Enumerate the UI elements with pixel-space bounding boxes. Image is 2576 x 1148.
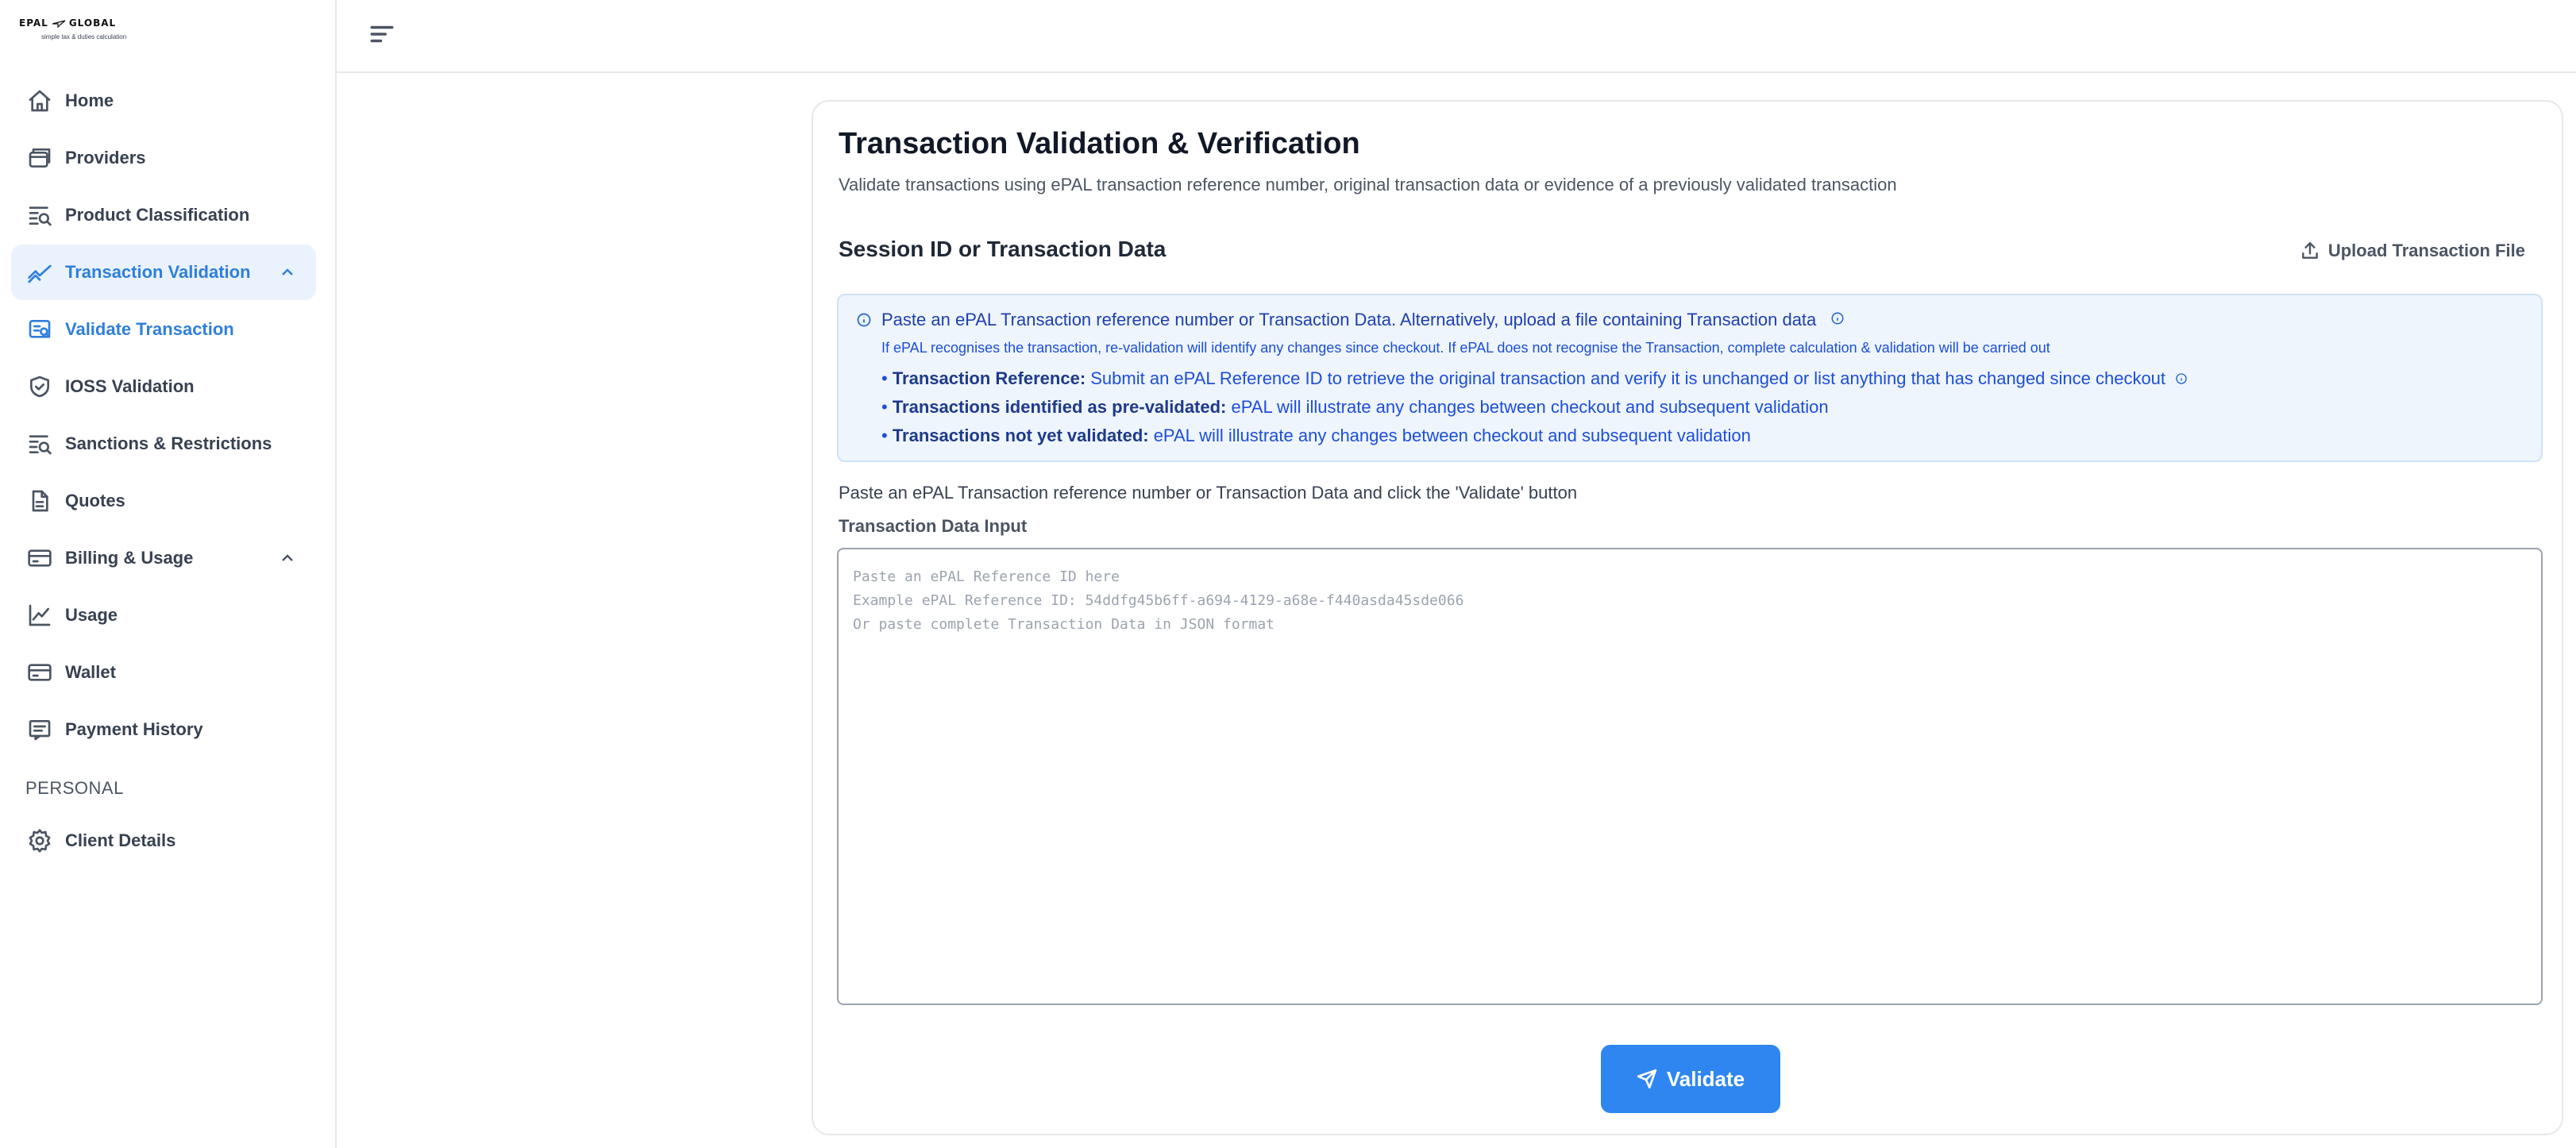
brand-name-right: GLOBAL (68, 17, 117, 29)
section-label-personal: PERSONAL (25, 778, 124, 798)
info-tooltip-icon[interactable] (2175, 369, 2188, 390)
info-icon (857, 313, 871, 327)
info-tooltip-icon[interactable] (1830, 310, 1845, 330)
sidebar-item-validate-transaction[interactable]: Validate Transaction (11, 302, 316, 357)
chart-line-icon (25, 601, 54, 630)
airplane-icon (52, 20, 66, 28)
sidebar-item-wallet[interactable]: Wallet (11, 645, 316, 700)
info-callout: Paste an ePAL Transaction reference numb… (837, 294, 2543, 462)
shield-check-icon (25, 372, 54, 401)
bullet-text: ePAL will illustrate any changes between… (1226, 397, 1829, 417)
sidebar-item-home[interactable]: Home (11, 73, 316, 129)
sidebar-item-label: Wallet (65, 662, 116, 682)
sidebar-item-label: Sanctions & Restrictions (65, 433, 272, 453)
sidebar-item-label: Product Classification (65, 205, 250, 225)
bullet-title: Transaction Reference: (892, 368, 1086, 388)
sidebar-item-label: Quotes (65, 491, 125, 510)
bullet-title: Transactions not yet validated: (892, 426, 1149, 445)
info-headline-text: Paste an ePAL Transaction reference numb… (881, 310, 1817, 329)
transaction-data-input[interactable]: Paste an ePAL Reference ID here Example … (837, 548, 2543, 1005)
bullet-text: ePAL will illustrate any changes between… (1148, 426, 1751, 445)
sidebar-item-label: IOSS Validation (65, 376, 195, 396)
sidebar-item-transaction-validation[interactable]: Transaction Validation (11, 245, 316, 300)
sidebar-item-ioss-validation[interactable]: IOSS Validation (11, 359, 316, 414)
upload-icon (2301, 242, 2318, 259)
sidebar-item-label: Billing & Usage (65, 548, 194, 568)
bullet-text: Submit an ePAL Reference ID to retrieve … (1086, 368, 2166, 388)
sidebar-item-label: Client Details (65, 830, 176, 850)
sidebar-item-label: Validate Transaction (65, 319, 234, 339)
info-bullet: • Transaction Reference: Submit an ePAL … (881, 368, 2188, 390)
upload-transaction-file-button[interactable]: Upload Transaction File (2300, 237, 2525, 265)
placeholder-line: Paste an ePAL Reference ID here (853, 568, 1120, 585)
menu-icon (370, 25, 394, 43)
sidebar-item-label: Usage (65, 605, 118, 625)
providers-icon (25, 144, 54, 172)
sidebar-item-label: Transaction Validation (65, 262, 251, 282)
sidebar-item-label: Payment History (65, 719, 203, 739)
chevron-up-icon[interactable] (278, 549, 297, 568)
top-header (337, 0, 2576, 73)
brand-wordmark: EPAL GLOBAL (19, 17, 122, 29)
sidebar-item-providers[interactable]: Providers (11, 130, 316, 186)
card-icon (25, 544, 54, 572)
sidebar-item-client-details[interactable]: Client Details (11, 813, 316, 869)
instruction-text: Paste an ePAL Transaction reference numb… (839, 483, 1578, 503)
info-bullet: • Transactions identified as pre-validat… (881, 397, 1829, 417)
section-title: Session ID or Transaction Data (839, 237, 1167, 261)
classification-icon (25, 201, 54, 229)
trend-icon (25, 258, 54, 287)
list-search-icon (25, 430, 54, 458)
upload-button-label: Upload Transaction File (2327, 241, 2525, 260)
validate-button[interactable]: Validate (1601, 1045, 1780, 1113)
sidebar-item-sanctions-restrictions[interactable]: Sanctions & Restrictions (11, 416, 316, 472)
sidebar-item-quotes[interactable]: Quotes (11, 473, 316, 529)
page-title: Transaction Validation & Verification (839, 127, 1360, 160)
send-icon (1637, 1069, 1656, 1089)
sidebar-item-product-classification[interactable]: Product Classification (11, 187, 316, 243)
sidebar: EPAL GLOBAL simple tax & duties calculat… (0, 0, 337, 1148)
menu-toggle-button[interactable] (368, 21, 400, 52)
info-note: If ePAL recognises the transaction, re-v… (881, 340, 2050, 356)
sidebar-item-label: Providers (65, 148, 146, 168)
app-root: EPAL GLOBAL simple tax & duties calculat… (0, 0, 2576, 1148)
receipt-icon (25, 715, 54, 744)
brand-logo[interactable]: EPAL GLOBAL simple tax & duties calculat… (19, 17, 127, 51)
transaction-data-label: Transaction Data Input (839, 516, 1028, 536)
placeholder-line: Example ePAL Reference ID: 54ddfg45b6ff-… (853, 592, 1464, 609)
validate-doc-icon (25, 315, 54, 344)
brand-name-left: EPAL (19, 17, 48, 29)
bullet-title: Transactions identified as pre-validated… (892, 397, 1227, 417)
document-icon (25, 487, 54, 515)
sidebar-item-label: Home (65, 91, 114, 110)
sidebar-item-billing-usage[interactable]: Billing & Usage (11, 530, 316, 586)
info-bullet: • Transactions not yet validated: ePAL w… (881, 426, 1751, 445)
chevron-up-icon[interactable] (278, 263, 297, 282)
wallet-icon (25, 658, 54, 687)
sidebar-item-payment-history[interactable]: Payment History (11, 702, 316, 757)
sidebar-item-usage[interactable]: Usage (11, 587, 316, 643)
brand-tagline: simple tax & duties calculation (41, 33, 127, 40)
page-subtitle: Validate transactions using ePAL transac… (839, 175, 1897, 195)
placeholder-line: Or paste complete Transaction Data in JS… (853, 616, 1275, 633)
validation-card: Transaction Validation & Verification Va… (812, 100, 2563, 1135)
gear-icon (25, 826, 54, 855)
info-headline: Paste an ePAL Transaction reference numb… (856, 310, 1845, 330)
home-icon (25, 87, 54, 115)
validate-button-label: Validate (1666, 1066, 1745, 1091)
